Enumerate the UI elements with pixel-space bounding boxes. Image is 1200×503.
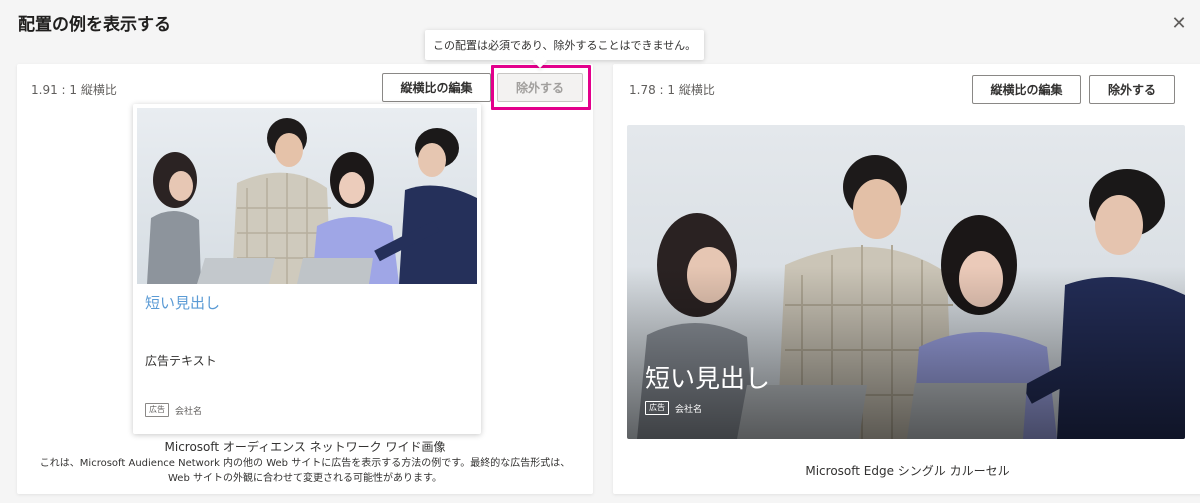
ad-badge: 広告	[145, 403, 169, 417]
placement-caption-description: これは、Microsoft Audience Network 内の他の Web …	[39, 458, 571, 484]
placement-card-carousel: 1.78 : 1 縦横比 縦横比の編集 除外する 短い見出し 広告 会社名 Mi…	[613, 64, 1200, 494]
highlight-box	[491, 65, 591, 110]
company-name: 会社名	[175, 406, 203, 417]
carousel-attribution: 広告 会社名	[645, 401, 702, 415]
ad-headline: 短い見出し	[145, 294, 221, 312]
placement-card-wide-image: 1.91 : 1 縦横比 縦横比の編集 除外する 短い見出し 広告テキスト 広告…	[17, 64, 593, 494]
ad-photo	[137, 108, 477, 284]
carousel-ad-preview: 短い見出し 広告 会社名	[627, 125, 1185, 439]
required-placement-tooltip: この配置は必須であり、除外することはできません。	[425, 30, 705, 60]
exclude-button[interactable]: 除外する	[1089, 75, 1175, 104]
aspect-ratio-label: 1.78 : 1 縦横比	[629, 83, 715, 97]
carousel-headline: 短い見出し	[645, 364, 771, 393]
ad-badge: 広告	[645, 401, 669, 415]
placement-caption-title: Microsoft Edge シングル カルーセル	[805, 464, 1010, 478]
ad-attribution: 広告 会社名	[145, 403, 202, 417]
close-icon[interactable]: ✕	[1168, 12, 1190, 34]
ad-preview-card: 短い見出し 広告テキスト 広告 会社名	[133, 104, 481, 434]
company-name: 会社名	[675, 404, 703, 415]
dialog-title: 配置の例を表示する	[18, 15, 171, 35]
ad-text: 広告テキスト	[145, 354, 217, 368]
edit-aspect-ratio-button[interactable]: 縦横比の編集	[972, 75, 1081, 104]
aspect-ratio-label: 1.91 : 1 縦横比	[31, 83, 117, 97]
placement-caption-title: Microsoft オーディエンス ネットワーク ワイド画像	[164, 440, 446, 454]
edit-aspect-ratio-button[interactable]: 縦横比の編集	[382, 73, 491, 102]
